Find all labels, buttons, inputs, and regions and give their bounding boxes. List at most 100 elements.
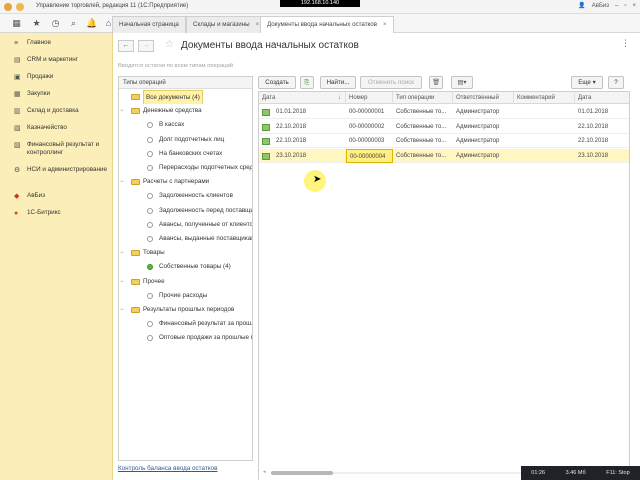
app-menu-icon[interactable] [16,3,24,11]
tab-close-icon[interactable]: × [256,21,260,28]
sidebar-item-warehouse[interactable]: ▥ Склад и доставка [0,107,113,115]
menu-lines-icon: ≡ [14,39,19,47]
table-row[interactable]: 22.10.2018 00-00000002 Собственные то... Ад… [259,120,629,134]
tab-opening-balances[interactable]: Документы ввода начальных остатков × [260,16,394,33]
sales-icon: ▣ [14,73,21,81]
tree-item-row[interactable]: На банковских счетах [119,147,252,161]
tree-folder-row[interactable]: − Расчеты с партнерами [119,175,252,189]
find-button[interactable]: Найти... [320,76,356,89]
history-icon[interactable]: ◷ [50,18,61,29]
tree-item-row[interactable]: Финансовый результат за прошл [119,317,252,331]
sidebar-item-label: АвБиз [27,192,46,199]
sidebar-item-sales[interactable]: ▣ Продажи [0,73,113,81]
tree-folder-row[interactable]: − Денежные средства [119,104,252,118]
sidebar-item-label: Финансовый результат и контроллинг [27,141,100,156]
app-logo-icon[interactable] [4,3,12,11]
help-button[interactable]: ? [608,76,624,89]
table-row[interactable]: 22.10.2018 00-00000003 Собственные то... Ад… [259,134,629,148]
sidebar-item-finance[interactable]: ▨ Финансовый результат и контроллинг [0,141,108,157]
collapse-toggle-icon[interactable]: − [120,246,124,260]
tree-item-row[interactable]: Оптовые продажи за прошлые п [119,331,252,345]
tree-folder-row[interactable]: − Прочее [119,275,252,289]
column-header-date2[interactable]: Дата [575,92,629,104]
cell-date2: 22.10.2018 [578,123,609,130]
tab-home[interactable]: Начальная страница [112,16,186,33]
posted-document-icon [262,109,270,116]
tree-item-label: Все документы (4) [143,90,203,104]
cell-operation-type: Собственные то... [396,123,447,130]
operation-types-panel: Типы операций Все документы (4) − Денежные… [118,76,253,461]
cell-comment [514,120,575,134]
sidebar-item-treasury[interactable]: ▧ Казначейство [0,124,113,132]
sort-desc-icon: ↓ [338,95,341,101]
collapse-toggle-icon[interactable]: − [120,275,124,289]
delete-icon[interactable]: 🗑 [429,76,443,89]
tab-close-icon[interactable]: × [383,21,387,28]
table-row[interactable]: 23.10.2018 00-00000004 Собственные то... Ад… [259,148,629,163]
bitrix-icon: ● [14,209,19,217]
tree-folder-row[interactable]: − Результаты прошлых периодов [119,303,252,317]
apps-grid-icon[interactable]: ▦ [11,18,22,29]
tree-folder-row[interactable]: Все документы (4) [119,90,252,104]
warehouse-icon: ▥ [14,107,21,115]
sidebar-item-purchases[interactable]: ▦ Закупки [0,90,113,98]
user-name[interactable]: АвБиз [592,3,609,9]
avbiz-icon: ◆ [14,192,20,200]
tree-item-row[interactable]: Прочие расходы [119,289,252,303]
close-window-icon[interactable]: × [632,3,636,9]
table-row[interactable]: 01.01.2018 00-00000001 Собственные то... Ад… [259,105,629,119]
tree-item-label: Расчеты с партнерами [143,178,210,186]
tree-item-row[interactable]: Долг подотчетных лиц [119,133,252,147]
sidebar-item-avbiz[interactable]: ◆ АвБиз [0,192,113,200]
maximize-icon[interactable]: ▫ [624,3,626,9]
tree-item-row[interactable]: Задолженность перед поставщик [119,204,252,218]
collapse-toggle-icon[interactable]: − [120,175,124,189]
collapse-toggle-icon[interactable]: − [120,104,124,118]
tree-item-row[interactable]: Авансы, выданные поставщикам [119,232,252,246]
cancel-search-button[interactable]: Отменить поиск [360,76,422,89]
cell-operation-type: Собственные то... [396,152,447,159]
column-header-number[interactable]: Номер [346,92,393,104]
tree-item-row[interactable]: Авансы, полученные от клиентов [119,218,252,232]
column-header-type[interactable]: Тип операции [393,92,453,104]
sidebar-item-admin[interactable]: ⚙ НСИ и администрирование [0,166,108,174]
sections-sidebar: ≡ Главное ▤ CRM и маркетинг ▣ Продажи ▦ … [0,33,113,480]
sidebar-item-label: Склад и доставка [27,107,79,114]
search-icon[interactable]: ⌕ [68,18,79,29]
more-menu-icon[interactable]: ⋮ [621,38,630,49]
back-button[interactable]: ← [118,40,134,52]
folder-icon [131,278,140,285]
tab-warehouses[interactable]: Склады и магазины × [186,16,267,33]
add-favorite-star-icon[interactable]: ☆ [165,39,174,50]
create-button[interactable]: Создать [258,76,296,89]
sidebar-item-crm[interactable]: ▤ CRM и маркетинг [0,56,113,64]
tree-item-row[interactable]: Перерасходы подотчетных средс [119,161,252,175]
collapse-toggle-icon[interactable]: − [120,303,124,317]
tree-item-row[interactable]: Собственные товары (4) [119,260,252,274]
tree-item-label: Денежные средства [143,107,202,115]
more-label: Еще [578,79,591,86]
more-button[interactable]: Еще ▾ [571,76,603,89]
tree-item-label: Авансы, полученные от клиентов [159,220,252,228]
notifications-bell-icon[interactable]: 🔔 [86,18,97,29]
column-header-responsible[interactable]: Ответственный [453,92,514,104]
user-icon[interactable]: 👤 [578,2,585,9]
balance-control-link[interactable]: Контроль баланса ввода остатков [118,465,217,472]
tree-folder-row[interactable]: − Товары [119,246,252,260]
sidebar-item-main[interactable]: ≡ Главное [0,39,113,47]
cell-date: 22.10.2018 [276,123,307,130]
tree-item-row[interactable]: В кассах [119,118,252,132]
record-stop-hint[interactable]: F11: Stop [606,470,629,476]
minimize-icon[interactable]: – [615,3,618,9]
column-header-comment[interactable]: Комментарий [514,92,575,104]
copy-icon[interactable]: ⎘ [300,76,314,89]
cell-comment [514,149,575,163]
forward-button[interactable]: → [138,40,154,52]
scroll-thumb[interactable] [271,471,333,475]
print-dropdown-icon[interactable]: ▤▾ [451,76,473,89]
column-header-date[interactable]: Дата ↓ [259,92,346,104]
favorites-star-icon[interactable]: ★ [31,18,42,29]
tree-item-row[interactable]: Задолженность клиентов [119,189,252,203]
sidebar-item-bitrix[interactable]: ● 1С-Битрикс [0,209,113,217]
scroll-left-icon[interactable]: ◂ [263,469,266,475]
